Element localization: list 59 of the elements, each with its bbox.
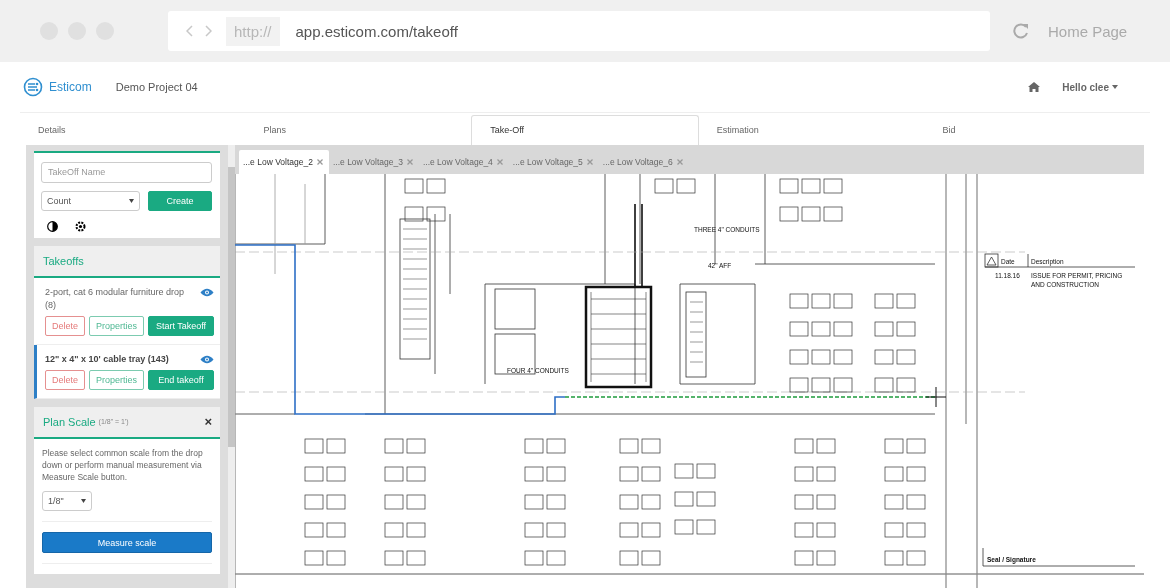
sheet-tab[interactable]: ...e Low Voltage_5 — [508, 157, 599, 174]
takeoff-action-button[interactable]: End takeoff — [148, 369, 214, 390]
logo-icon — [23, 77, 43, 97]
sheet-tab[interactable]: ...e Low Voltage_4 — [418, 157, 509, 174]
plan-scale-title: Plan Scale — [43, 415, 96, 428]
caret-icon — [81, 498, 86, 503]
takeoff-name: 2-port, cat 6 modular furniture drop (8) — [45, 285, 186, 312]
properties-button[interactable]: Properties — [89, 315, 144, 336]
nav-tab[interactable]: Plans — [245, 113, 472, 145]
back-forward-icon[interactable] — [186, 25, 212, 37]
delete-button[interactable]: Delete — [45, 369, 85, 390]
close-icon[interactable] — [676, 159, 683, 165]
eye-icon[interactable] — [200, 354, 214, 364]
close-icon[interactable] — [586, 159, 593, 165]
close-icon[interactable] — [406, 159, 413, 165]
brand-name[interactable]: Esticom — [49, 80, 92, 94]
close-button[interactable]: × — [204, 414, 212, 429]
url-protocol: http:// — [226, 16, 280, 46]
sheet-tab-label: ...e Low Voltage_4 — [422, 157, 493, 167]
takeoffs-title: Takeoffs — [43, 254, 84, 267]
takeoff-name-field[interactable]: TakeOff Name — [41, 161, 212, 183]
close-icon[interactable] — [496, 159, 503, 165]
nav-tab[interactable]: Take-Off — [471, 115, 699, 145]
sheet-tab[interactable]: ...e Low Voltage_2 — [239, 150, 329, 174]
sheet-tab-label: ...e Low Voltage_6 — [602, 157, 673, 167]
scale-value: 1/8" — [48, 495, 64, 506]
measure-scale-button[interactable]: Measure scale — [42, 532, 212, 553]
scale-dropdown[interactable]: 1/8" — [42, 490, 92, 511]
sheet-tab[interactable]: ...e Low Voltage_3 — [328, 157, 419, 174]
close-icon[interactable] — [316, 159, 323, 165]
home-icon[interactable] — [1028, 82, 1041, 92]
takeoff-item[interactable]: 12" x 4" x 10' cable tray (143) Delete Properties End takeoff — [34, 344, 220, 399]
url-text: app.esticom.com/takeoff — [295, 22, 458, 40]
caret-icon — [129, 198, 134, 203]
gear-icon[interactable] — [75, 220, 86, 232]
reload-icon[interactable] — [1012, 22, 1030, 40]
delete-button[interactable]: Delete — [45, 315, 85, 336]
properties-button[interactable]: Properties — [89, 369, 144, 390]
type-dropdown[interactable]: Count — [41, 190, 140, 211]
create-button[interactable]: Create — [148, 190, 212, 211]
sheet-tab-label: ...e Low Voltage_5 — [512, 157, 583, 167]
scrollbar[interactable] — [228, 145, 235, 588]
nav-tab[interactable]: Estimation — [698, 113, 925, 145]
scale-description: Please select common scale from the drop down or perform manual measurement via Measure Scale button. — [42, 446, 204, 483]
takeoff-item[interactable]: 2-port, cat 6 modular furniture drop (8) Delete Properties Start Takeoff — [34, 277, 220, 345]
sheet-tab[interactable]: ...e Low Voltage_6 — [598, 157, 689, 174]
takeoff-action-button[interactable]: Start Takeoff — [148, 315, 214, 336]
type-value: Count — [47, 195, 72, 206]
sheet-tab-label: ...e Low Voltage_3 — [332, 157, 403, 167]
takeoff-name: 12" x 4" x 10' cable tray (143) — [45, 352, 170, 366]
user-menu[interactable]: Hello clee — [1062, 81, 1109, 93]
project-name: Demo Project 04 — [115, 81, 198, 93]
nav-tab[interactable]: Details — [20, 113, 246, 145]
caret-icon[interactable] — [1112, 85, 1118, 89]
address-bar[interactable]: http:// app.esticom.com/takeoff — [168, 11, 990, 51]
contrast-icon[interactable] — [47, 220, 58, 232]
nav-tab[interactable]: Bid — [924, 113, 1150, 145]
sheet-tab-label: ...e Low Voltage_2 — [243, 157, 313, 167]
eye-icon[interactable] — [200, 287, 214, 297]
